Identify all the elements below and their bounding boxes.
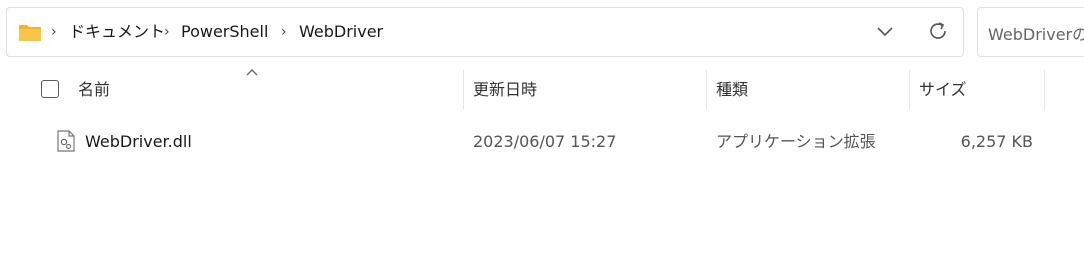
address-bar[interactable]: › ドキュメント › PowerShell › WebDriver — [6, 7, 964, 57]
search-placeholder: WebDriverの — [988, 25, 1084, 44]
column-divider[interactable] — [909, 70, 910, 110]
column-divider[interactable] — [463, 70, 464, 110]
breadcrumb-separator: › — [51, 24, 57, 40]
breadcrumb-webdriver[interactable]: WebDriver — [299, 21, 383, 43]
file-size: 6,257 KB — [960, 132, 1033, 151]
breadcrumb-powershell[interactable]: PowerShell — [181, 21, 268, 43]
file-name: WebDriver.dll — [85, 132, 192, 151]
folder-icon — [19, 25, 41, 41]
column-header-date-modified[interactable]: 更新日時 — [473, 70, 537, 110]
file-date-modified: 2023/06/07 15:27 — [473, 132, 617, 151]
column-header-type[interactable]: 種類 — [716, 70, 748, 110]
chevron-down-icon[interactable] — [875, 23, 895, 41]
column-divider[interactable] — [1044, 70, 1045, 110]
breadcrumb-separator: › — [281, 24, 287, 40]
refresh-icon[interactable] — [927, 20, 949, 42]
dll-file-icon — [57, 130, 75, 152]
breadcrumb-separator: › — [164, 24, 170, 40]
search-input[interactable]: WebDriverの — [977, 7, 1084, 57]
file-type: アプリケーション拡張 — [716, 132, 876, 151]
column-divider[interactable] — [706, 70, 707, 110]
column-header-row: 名前 更新日時 種類 サイズ — [0, 70, 1084, 110]
column-header-name[interactable]: 名前 — [78, 70, 110, 110]
file-explorer-window: › ドキュメント › PowerShell › WebDriver WebDri… — [0, 0, 1084, 270]
breadcrumb-documents[interactable]: ドキュメント — [69, 21, 165, 43]
column-header-size[interactable]: サイズ — [919, 70, 967, 110]
file-list-item[interactable]: WebDriver.dll 2023/06/07 15:27 アプリケーション拡… — [0, 122, 1084, 162]
